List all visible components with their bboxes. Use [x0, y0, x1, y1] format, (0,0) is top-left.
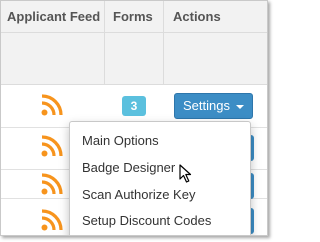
settings-dropdown-menu: Main Options Badge Designer Scan Authori… — [69, 121, 251, 235]
table-header: Applicant Feed Forms Actions — [1, 1, 267, 33]
rss-feed-icon[interactable] — [41, 173, 63, 195]
menu-item-badge-designer[interactable]: Badge Designer — [70, 155, 250, 181]
settings-dropdown-button[interactable]: Settings — [174, 93, 253, 119]
rss-feed-icon[interactable] — [41, 209, 63, 231]
rss-feed-icon[interactable] — [41, 94, 63, 116]
menu-item-setup-discount-codes[interactable]: Setup Discount Codes — [70, 208, 250, 234]
menu-item-scan-authorize-key[interactable]: Scan Authorize Key — [70, 182, 250, 208]
caret-down-icon — [236, 105, 244, 109]
rss-feed-icon[interactable] — [41, 135, 63, 157]
table-frame: Applicant Feed Forms Actions 3 Settings … — [0, 0, 268, 236]
mouse-cursor-icon — [179, 164, 192, 183]
settings-button-label: Settings — [183, 98, 230, 113]
column-header-forms[interactable]: Forms — [113, 1, 153, 33]
column-header-applicant-feed[interactable]: Applicant Feed — [7, 1, 100, 33]
column-divider — [104, 1, 105, 85]
column-header-actions: Actions — [173, 9, 221, 24]
filter-row — [1, 33, 267, 85]
column-divider — [163, 1, 164, 85]
menu-item-main-options[interactable]: Main Options — [70, 128, 250, 154]
forms-count-badge[interactable]: 3 — [122, 96, 146, 116]
